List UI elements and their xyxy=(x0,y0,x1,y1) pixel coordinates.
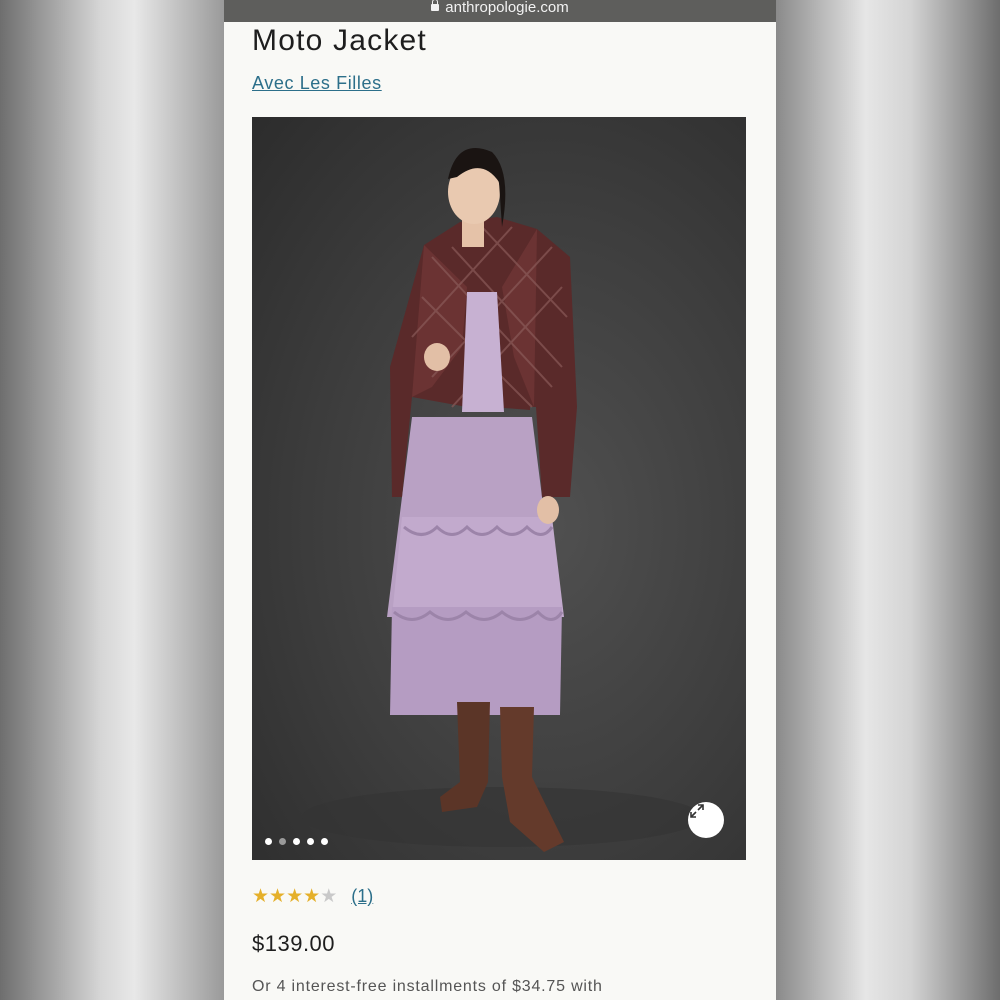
product-image[interactable] xyxy=(252,117,746,860)
blurred-background-left xyxy=(0,0,224,1000)
browser-url-bar[interactable]: anthropologie.com xyxy=(224,0,776,22)
carousel-dots[interactable] xyxy=(265,838,328,845)
expand-image-button[interactable] xyxy=(688,802,724,838)
product-rating: ★★★★★ (1) xyxy=(252,886,373,907)
model-photo-illustration xyxy=(302,148,702,852)
star-filled-icon: ★ xyxy=(286,886,304,907)
carousel-dot[interactable] xyxy=(321,838,328,845)
product-title: Moto Jacket xyxy=(252,24,427,57)
star-filled-icon: ★ xyxy=(269,886,287,907)
review-count-link[interactable]: (1) xyxy=(351,886,373,907)
product-price: $139.00 xyxy=(252,931,336,956)
brand-link[interactable]: Avec Les Filles xyxy=(252,73,382,94)
installments-text: Or 4 interest-free installments of $34.7… xyxy=(252,978,603,995)
phone-screen: anthropologie.com Moto Jacket Avec Les F… xyxy=(224,0,776,1000)
star-rating: ★★★★★ xyxy=(252,887,337,906)
carousel-dot[interactable] xyxy=(279,838,286,845)
star-filled-icon: ★ xyxy=(303,886,321,907)
blurred-background-right xyxy=(776,0,1000,1000)
carousel-dot[interactable] xyxy=(293,838,300,845)
lock-icon xyxy=(431,0,440,11)
url-text: anthropologie.com xyxy=(445,0,569,16)
carousel-dot[interactable] xyxy=(265,838,272,845)
star-empty-icon: ★ xyxy=(320,886,338,907)
star-filled-icon: ★ xyxy=(252,886,270,907)
expand-arrows-icon xyxy=(690,804,704,818)
carousel-dot[interactable] xyxy=(307,838,314,845)
